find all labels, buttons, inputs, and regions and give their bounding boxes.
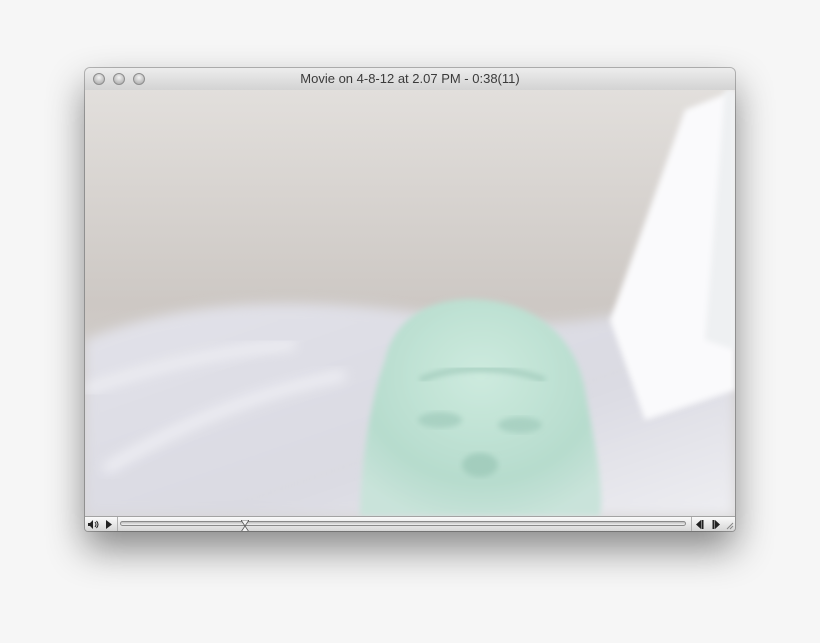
movie-controller xyxy=(85,516,735,531)
window-title: Movie on 4-8-12 at 2.07 PM - 0:38(11) xyxy=(300,71,520,86)
volume-button[interactable] xyxy=(87,518,101,530)
play-button[interactable] xyxy=(102,518,116,530)
speaker-icon xyxy=(88,519,99,529)
step-forward-button[interactable] xyxy=(709,518,723,530)
playhead-handle[interactable] xyxy=(240,519,250,531)
video-frame[interactable] xyxy=(85,90,735,516)
video-content xyxy=(85,90,735,516)
step-back-icon xyxy=(696,519,704,529)
controller-divider xyxy=(691,517,692,531)
step-forward-icon xyxy=(712,519,720,529)
play-icon xyxy=(106,519,112,529)
resize-grip-icon[interactable] xyxy=(725,521,734,530)
step-back-button[interactable] xyxy=(693,518,707,530)
scrubber-track[interactable] xyxy=(120,519,686,531)
movie-window: Movie on 4-8-12 at 2.07 PM - 0:38(11) xyxy=(85,68,735,531)
title-bar[interactable]: Movie on 4-8-12 at 2.07 PM - 0:38(11) xyxy=(85,68,735,91)
controller-divider xyxy=(117,517,118,531)
